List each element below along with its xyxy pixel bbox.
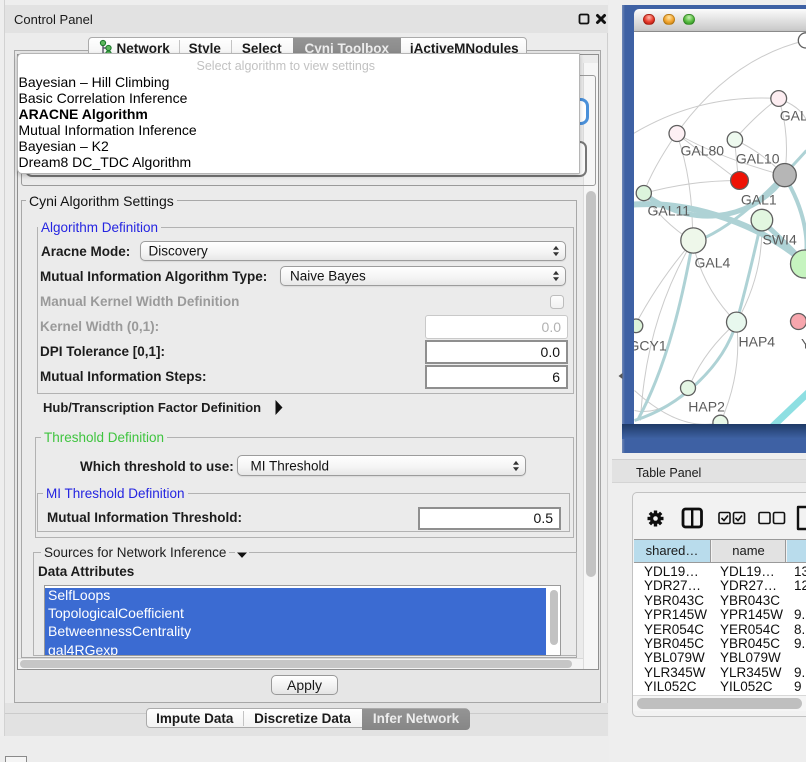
svg-text:GAL11: GAL11: [647, 203, 690, 219]
svg-text:GAL10: GAL10: [735, 151, 779, 167]
svg-text:GAL1: GAL1: [740, 192, 776, 208]
svg-text:HAP4: HAP4: [738, 334, 775, 350]
svg-text:GAL: GAL: [779, 108, 806, 124]
svg-text:SWI4: SWI4: [762, 232, 796, 248]
svg-text:GAL80: GAL80: [680, 143, 724, 159]
svg-text:GCY1: GCY1: [634, 338, 667, 354]
svg-text:GAL4: GAL4: [694, 255, 730, 271]
svg-text:HAP2: HAP2: [688, 399, 725, 415]
svg-text:Y: Y: [801, 336, 806, 352]
